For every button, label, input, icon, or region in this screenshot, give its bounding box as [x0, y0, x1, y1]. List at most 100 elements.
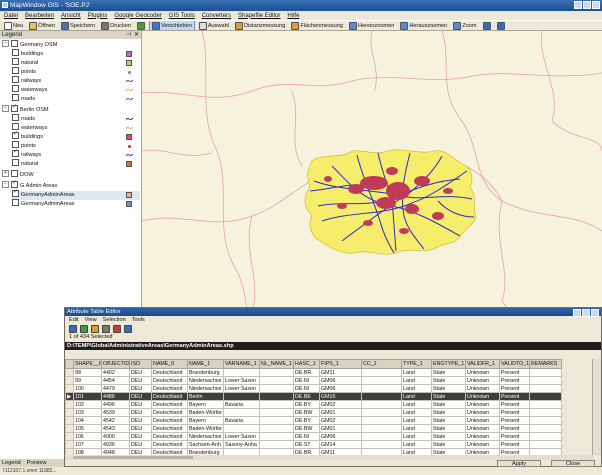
table-cell[interactable]: DEU	[129, 424, 152, 433]
layer-checkbox[interactable]	[12, 76, 19, 84]
expand-icon[interactable]: −	[2, 40, 9, 48]
minimize-icon[interactable]	[574, 1, 582, 9]
layer-checkbox[interactable]	[12, 141, 19, 149]
table-cell[interactable]: Present	[499, 384, 530, 393]
table-cell[interactable]: DEU	[129, 408, 152, 417]
table-cell[interactable]: State	[431, 408, 466, 417]
table-cell[interactable]: DEU	[129, 432, 152, 441]
table-cell[interactable]: 4454	[101, 376, 130, 385]
table-cell[interactable]: Land	[401, 432, 432, 441]
menu-item[interactable]: Hilfe	[287, 13, 299, 19]
table-cell[interactable]	[223, 408, 260, 417]
expand-icon[interactable]: −	[2, 105, 9, 113]
table-cell[interactable]: 100	[73, 384, 102, 393]
table-cell[interactable]: Deutschland	[151, 408, 188, 417]
table-cell[interactable]: 4486	[101, 392, 130, 401]
row-header[interactable]	[65, 400, 74, 409]
table-cell[interactable]	[361, 408, 402, 417]
toolbar-button[interactable]: Auswahl	[197, 21, 231, 30]
layer-item[interactable]: GermanyAdminAreas	[12, 188, 140, 200]
layer-checkbox[interactable]	[12, 188, 19, 198]
column-header[interactable]: VALIDFR_1	[465, 359, 500, 369]
table-cell[interactable]: DEU	[129, 392, 152, 401]
find-icon[interactable]	[69, 324, 77, 333]
table-cell[interactable]: Deutschland	[151, 400, 188, 409]
table-cell[interactable]: Niedersachse	[187, 432, 224, 441]
query-icon[interactable]	[113, 324, 121, 333]
table-cell[interactable]: State	[431, 440, 466, 449]
table-cell[interactable]	[361, 424, 402, 433]
minimize-icon[interactable]	[573, 309, 581, 317]
table-cell[interactable]: Present	[499, 424, 530, 433]
table-cell[interactable]: State	[431, 384, 466, 393]
table-cell[interactable]	[529, 416, 562, 425]
menu-item[interactable]: Plugins	[88, 13, 108, 19]
table-cell[interactable]: DE.BE	[293, 392, 320, 401]
table-cell[interactable]: Unknown	[465, 368, 500, 377]
toolbar-button[interactable]	[481, 21, 493, 30]
table-cell[interactable]: DE.BW	[293, 408, 320, 417]
table-cell[interactable]: 103	[73, 408, 102, 417]
row-header[interactable]	[65, 368, 74, 377]
table-cell[interactable]	[259, 424, 294, 433]
table-cell[interactable]	[529, 368, 562, 377]
table-cell[interactable]: Land	[401, 408, 432, 417]
table-cell[interactable]: Unknown	[465, 408, 500, 417]
table-cell[interactable]: Baden-Württe	[187, 408, 224, 417]
table-cell[interactable]: Unknown	[465, 384, 500, 393]
table-cell[interactable]: State	[431, 416, 466, 425]
row-header[interactable]	[65, 384, 74, 393]
table-cell[interactable]: Unknown	[465, 400, 500, 409]
table-cell[interactable]	[259, 432, 294, 441]
table-cell[interactable]: 107	[73, 440, 102, 449]
menu-item[interactable]: Shapefile Editor	[238, 13, 280, 19]
table-cell[interactable]: Unknown	[465, 424, 500, 433]
row-header[interactable]	[65, 424, 74, 433]
table-cell[interactable]: Land	[401, 440, 432, 449]
table-cell[interactable]: Bavaria	[223, 400, 260, 409]
table-row[interactable]: 104 4542 DEU Deutschland Bayern Bavaria DE.BY G…	[65, 416, 562, 425]
table-cell[interactable]: Present	[499, 416, 530, 425]
row-header[interactable]: ▶	[65, 392, 74, 401]
table-cell[interactable]: Land	[401, 368, 432, 377]
pin-icon[interactable]: ⊣	[126, 31, 131, 39]
vertical-scrollbar[interactable]	[592, 359, 601, 455]
menu-item[interactable]: Datei	[4, 13, 18, 19]
table-cell[interactable]: Brandenburg	[187, 368, 224, 377]
column-header[interactable]: TYPE_1	[401, 359, 432, 369]
column-header[interactable]: REMARKS	[529, 359, 562, 369]
table-cell[interactable]: 104	[73, 416, 102, 425]
table-cell[interactable]: Niedersachse	[187, 384, 224, 393]
table-cell[interactable]	[529, 384, 562, 393]
table-cell[interactable]: 99	[73, 376, 102, 385]
menu-item[interactable]: Google Geocoder	[114, 13, 161, 19]
table-row[interactable]: ▶ 101 4486 DEU Deutschland Berlin DE.BE GM16 Lan…	[65, 392, 562, 401]
table-cell[interactable]: Berlin	[187, 392, 224, 401]
legend-tab[interactable]: Legend	[2, 459, 21, 467]
table-cell[interactable]: Deutschland	[151, 392, 188, 401]
table-cell[interactable]: DE.BR	[293, 368, 320, 377]
menu-item[interactable]: Converters	[202, 13, 231, 19]
table-cell[interactable]: 101	[73, 392, 102, 401]
scroll-thumb[interactable]	[73, 456, 193, 459]
table-cell[interactable]	[223, 368, 260, 377]
table-cell[interactable]	[259, 392, 294, 401]
table-cell[interactable]	[361, 392, 402, 401]
table-cell[interactable]: 4543	[101, 424, 130, 433]
table-cell[interactable]: DE.NI	[293, 384, 320, 393]
table-cell[interactable]: Deutschland	[151, 416, 188, 425]
expand-icon[interactable]: +	[2, 170, 9, 178]
table-cell[interactable]	[361, 400, 402, 409]
table-cell[interactable]	[529, 376, 562, 385]
toolbar-button[interactable]: Neu	[2, 21, 25, 30]
table-cell[interactable]	[361, 416, 402, 425]
toolbar-button[interactable]: Zoom	[451, 21, 478, 30]
table-cell[interactable]	[259, 416, 294, 425]
table-cell[interactable]: Unknown	[465, 392, 500, 401]
table-cell[interactable]	[361, 384, 402, 393]
table-cell[interactable]	[361, 368, 402, 377]
table-cell[interactable]	[259, 376, 294, 385]
table-cell[interactable]: DE.NI	[293, 376, 320, 385]
table-icon[interactable]	[102, 324, 110, 333]
table-cell[interactable]	[223, 424, 260, 433]
